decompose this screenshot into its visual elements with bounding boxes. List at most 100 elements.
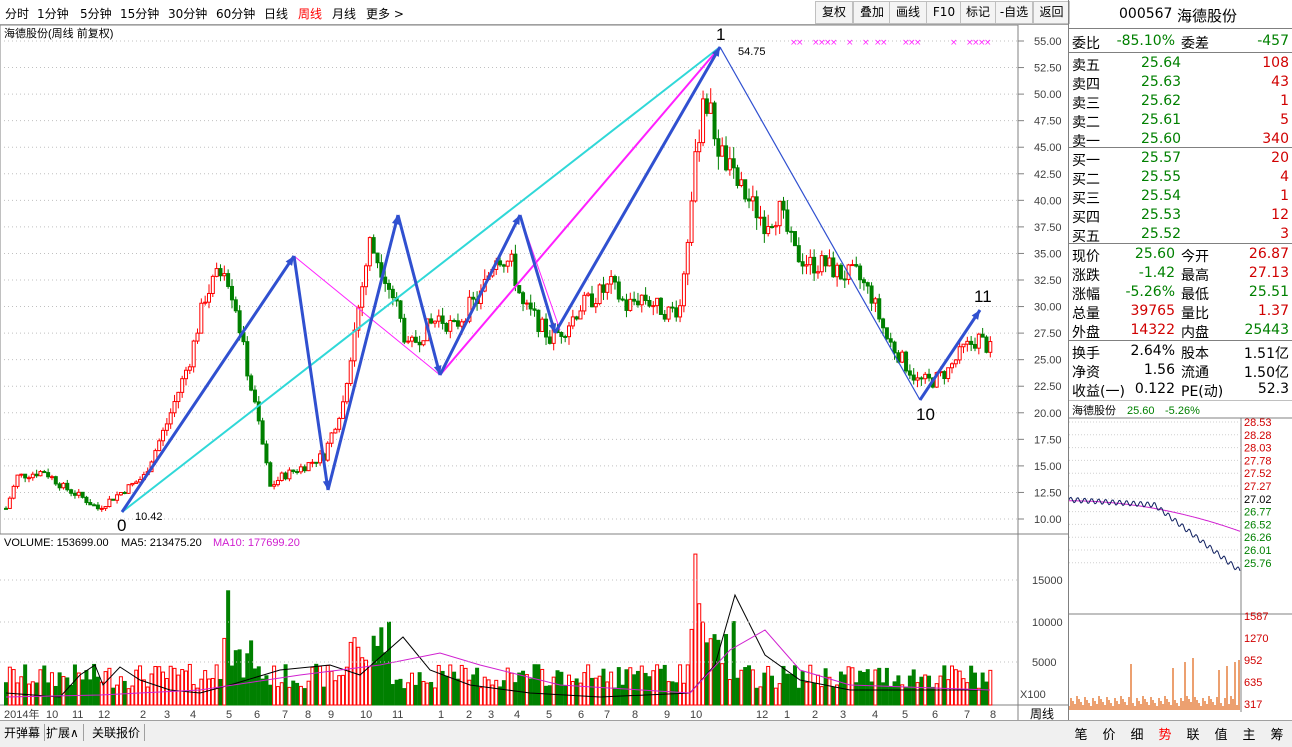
toolbar-button-2[interactable]: 画线 (889, 1, 927, 24)
candle-body (448, 319, 453, 332)
candle-body (674, 307, 679, 318)
candle-body (521, 292, 526, 305)
period-tab-6[interactable]: 日线 (264, 5, 288, 22)
x-axis-label: 12 (756, 709, 768, 720)
candle-body (264, 443, 269, 464)
signal-mark: × (914, 38, 922, 48)
period-tab-4[interactable]: 30分钟 (168, 5, 207, 22)
candle-body (823, 255, 828, 267)
toolbar-button-0[interactable]: 复权 (815, 1, 853, 24)
signal-mark: × (862, 38, 870, 48)
right-tab-3[interactable]: 势 (1152, 724, 1178, 743)
toolbar-button-3[interactable]: F10 (926, 1, 962, 24)
volume-bar (873, 669, 878, 706)
right-tab-0[interactable]: 笔 (1068, 724, 1094, 743)
kline-svg[interactable]: 海德股份(周线 前复权) 55.00 52.50 50.00 47.50 45.00 42.… (0, 25, 1068, 720)
row-label-2: 股本 (1181, 346, 1209, 362)
candle-body (19, 473, 24, 476)
volume-bar (509, 672, 514, 706)
volume-bar (406, 682, 411, 706)
period-tab-1[interactable]: 1分钟 (37, 5, 69, 22)
weibi-row: 委比 -85.10% 委差 -457 (1069, 32, 1292, 52)
volume-bar (237, 649, 242, 706)
bottom-tab-0[interactable]: 开弹幕 (4, 724, 46, 741)
volume-bar (417, 672, 422, 706)
high-price-label: 54.75 (738, 46, 766, 58)
toolbar-button-6[interactable]: 返回 (1033, 1, 1070, 24)
volume-bar (938, 675, 943, 706)
right-tab-6[interactable]: 主 (1236, 724, 1262, 743)
volume-bar (206, 678, 211, 706)
x-axis-label: 5 (546, 709, 552, 720)
row-label-2: 量比 (1181, 306, 1209, 322)
stat-row: 总量 39765 量比 1.37 (1069, 302, 1292, 322)
right-tab-2[interactable]: 细 (1124, 724, 1150, 743)
candle-body (597, 284, 602, 305)
period-tab-0[interactable]: 分时 (5, 5, 29, 22)
toolbar-button-4[interactable]: 标记 (960, 1, 996, 24)
volume-bar (383, 652, 388, 706)
x-axis-label: 1 (438, 709, 444, 720)
period-tab-9[interactable]: 更多 > (366, 5, 404, 22)
volume-bar (344, 666, 349, 706)
y-tick-label: 37.50 (1034, 222, 1062, 234)
candle-body (758, 216, 763, 219)
x-axis-label: 2 (812, 709, 818, 720)
volume-bar (957, 670, 962, 706)
volume-bar (287, 686, 292, 706)
toolbar-button-1[interactable]: 叠加 (853, 1, 891, 24)
candle-body (23, 473, 28, 479)
y-tick-label: 12.50 (1034, 487, 1062, 499)
candle-body (838, 264, 843, 280)
candle-body (881, 318, 886, 329)
candle-body (647, 299, 652, 307)
bid-row: 买三 25.54 1 (1069, 187, 1292, 207)
toolbar-button-5[interactable]: -自选 (995, 1, 1033, 24)
candle-body (229, 285, 234, 301)
volume-bar (701, 621, 706, 706)
period-tab-2[interactable]: 5分钟 (80, 5, 112, 22)
x-axis-label: 7 (964, 709, 970, 720)
candle-body (92, 504, 97, 507)
stock-name: 海德股份 (1177, 7, 1238, 25)
y-tick-label: 27.50 (1034, 328, 1062, 340)
volume-bar (892, 681, 897, 706)
right-tab-1[interactable]: 价 (1096, 724, 1122, 743)
bottom-tab-1[interactable]: 扩展∧ (46, 724, 84, 741)
candle-body (632, 298, 637, 302)
candle-body (544, 318, 549, 338)
candle-body (42, 471, 47, 474)
right-tab-5[interactable]: 值 (1208, 724, 1234, 743)
bottom-tab-2[interactable]: 关联报价 (92, 724, 146, 741)
mini-price: 25.60 (1127, 405, 1155, 417)
candle-body (187, 366, 192, 371)
volume-bar (685, 664, 690, 706)
candle-body (46, 472, 51, 478)
volume-bar (559, 671, 564, 706)
candle-body (383, 276, 388, 284)
right-tab-7[interactable]: 筹 (1264, 724, 1290, 743)
period-tab-5[interactable]: 60分钟 (216, 5, 255, 22)
right-tab-4[interactable]: 联 (1180, 724, 1206, 743)
x-axis-label: 8 (632, 709, 638, 720)
candle-body (406, 340, 411, 343)
kline-chart[interactable]: 海德股份(周线 前复权) 55.00 52.50 50.00 47.50 45.00 42.… (0, 25, 1068, 720)
volume-bar (731, 621, 736, 706)
intraday-mini-chart[interactable]: 海德股份 25.60 -5.26% 28.5328.2828.0327.7827.52… (1069, 400, 1292, 720)
period-tab-3[interactable]: 15分钟 (120, 5, 159, 22)
candle-body (735, 167, 740, 186)
volume-bar (249, 640, 254, 706)
candle-body (444, 322, 449, 332)
volume-bar (570, 681, 575, 706)
volume-bar (440, 670, 445, 706)
volume-bars (4, 553, 993, 706)
volume-bar (980, 672, 985, 706)
candle-body (421, 340, 426, 346)
ask-price: 25.64 (1141, 55, 1182, 71)
volume-bar (463, 667, 468, 706)
period-tab-8[interactable]: 月线 (332, 5, 356, 22)
volume-bar (88, 679, 93, 706)
bid-price: 25.55 (1141, 169, 1182, 185)
period-tab-7[interactable]: 周线 (298, 5, 322, 22)
wave-segment (326, 214, 400, 491)
